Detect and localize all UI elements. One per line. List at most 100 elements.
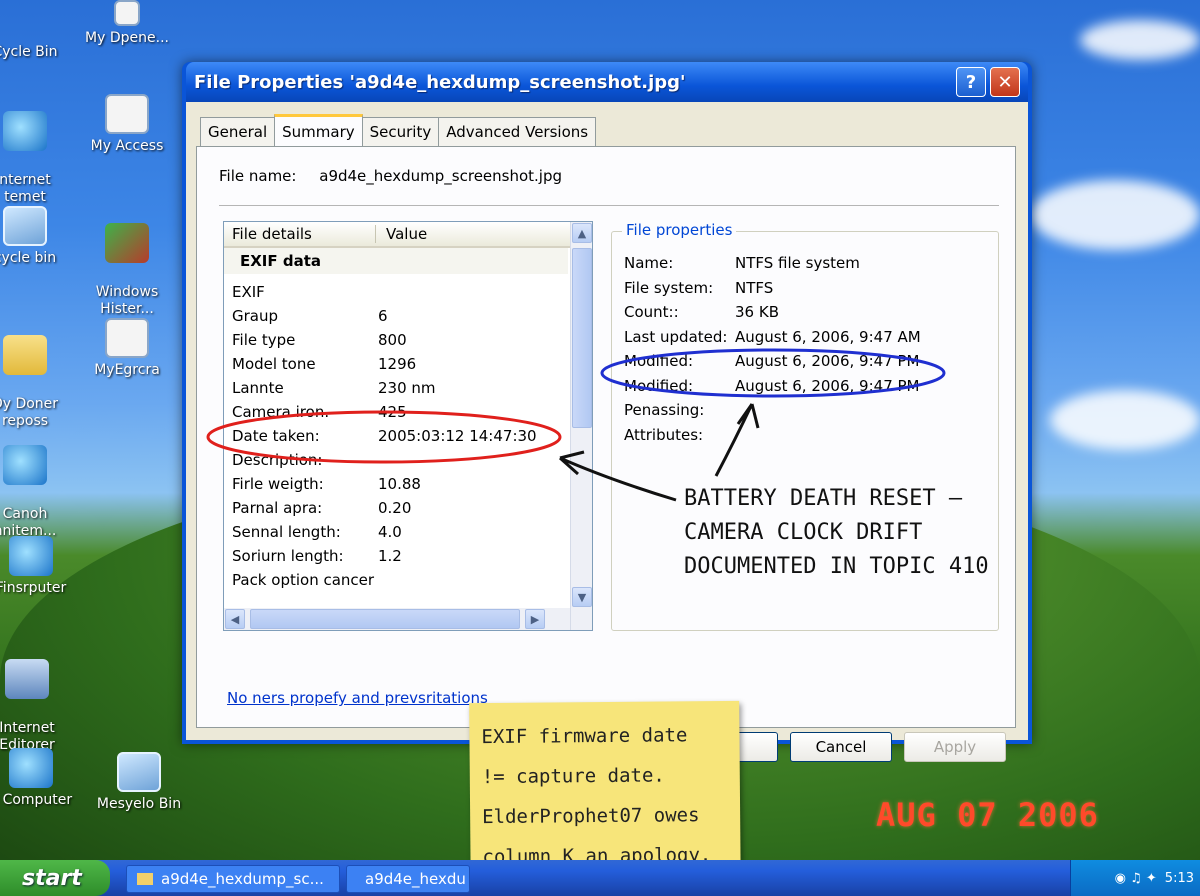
desktop-icon-canon[interactable]: Canoh nnitem... (0, 428, 80, 540)
detail-row[interactable]: Soriurn length: 1.2 (224, 544, 592, 568)
desktop-icon-internet[interactable]: nternet temet (0, 94, 80, 206)
property-value: August 6, 2006, 9:47 AM (735, 327, 921, 346)
tab-security[interactable]: Security (361, 117, 440, 146)
desktop-icon-label: Dy Doner reposs (0, 396, 59, 429)
detail-value: 800 (378, 331, 407, 349)
property-row: Attributes: (624, 426, 735, 444)
scroll-left-icon[interactable]: ◀ (225, 609, 245, 629)
scroll-thumb[interactable] (572, 248, 592, 428)
handwritten-line: DOCUMENTED IN TOPIC 410 (684, 554, 989, 579)
column-header-file-details[interactable]: File details (224, 225, 376, 243)
taskbar: start a9d4e_hexdump_sc... a9d4e_hexdu ◉ … (0, 860, 1200, 896)
cancel-button[interactable]: Cancel (790, 732, 892, 762)
detail-key: Soriurn length: (232, 547, 344, 565)
desktop-icon-my-documents[interactable]: My Dpene... (72, 0, 182, 47)
close-button[interactable]: ✕ (990, 67, 1020, 97)
detail-value: 2005:03:12 14:47:30 (378, 427, 537, 445)
detail-value: 6 (378, 307, 388, 325)
apply-button[interactable]: Apply (904, 732, 1006, 762)
detail-row[interactable]: Graup 6 (224, 304, 592, 328)
detail-row[interactable]: Parnal apra: 0.20 (224, 496, 592, 520)
detail-row[interactable]: Description: (224, 448, 592, 472)
detail-value: 425 (378, 403, 407, 421)
desktop-icon-label: Cycle Bin (0, 44, 58, 60)
detail-key: Sennal length: (232, 523, 341, 541)
desktop-icon-cycle-bin[interactable]: cycle bin (0, 206, 80, 267)
file-properties-legend: File properties (622, 221, 737, 239)
access-icon (105, 94, 149, 134)
calculator-icon (105, 318, 149, 358)
desktop-icon-computer[interactable]: Finsrputer (0, 536, 86, 597)
desktop-icon-windows-history[interactable]: Windows Hister... (72, 206, 182, 318)
detail-row[interactable]: Lannte 230 nm (224, 376, 592, 400)
scroll-up-icon[interactable]: ▲ (572, 223, 592, 243)
desktop-icon-internet-editor[interactable]: Internet Editorer (0, 642, 82, 754)
desktop-icon-label: Mesyelo Bin (96, 796, 182, 812)
folder-icon (3, 335, 47, 375)
desktop-icon-label: My Dpene... (85, 30, 169, 46)
vertical-scrollbar[interactable]: ▲ ▼ (570, 222, 592, 630)
file-details-list[interactable]: File details Value EXIF data EXIF Graup 6 F… (223, 221, 593, 631)
property-value: NTFS (735, 278, 774, 297)
desktop-icon-recycle-bin-2[interactable]: Mesyelo Bin (84, 752, 194, 813)
computer-icon (9, 748, 53, 788)
desktop-icon-label: nternet temet (0, 172, 51, 205)
summary-panel: File name: a9d4e_hexdump_screenshot.jpg … (196, 146, 1016, 728)
property-value: 36 KB (735, 303, 779, 321)
desktop-icon-my-computer[interactable]: y Computer (0, 748, 86, 809)
detail-key: Graup (232, 307, 279, 325)
sticky-line: ElderProphet07 owes (482, 804, 700, 829)
detail-key: EXIF (232, 283, 265, 301)
horizontal-scrollbar[interactable]: ◀ ▶ (224, 608, 570, 630)
property-key: Attributes: (624, 425, 704, 444)
detail-row[interactable]: EXIF (224, 280, 592, 304)
desktop-icon-folder[interactable]: Dy Doner reposs (0, 318, 80, 430)
detail-row[interactable]: File type 800 (224, 328, 592, 352)
application-icon (105, 223, 149, 263)
detail-key: Lannte (232, 379, 284, 397)
recycle-bin-icon (117, 752, 161, 792)
detail-row[interactable]: Model tone 1296 (224, 352, 592, 376)
start-button[interactable]: start (0, 860, 110, 896)
property-key: File system: (624, 278, 714, 297)
taskbar-item-properties[interactable]: a9d4e_hexdu (346, 865, 470, 893)
file-name-value: a9d4e_hexdump_screenshot.jpg (319, 167, 563, 185)
dialog-titlebar[interactable]: File Properties 'a9d4e_hexdump_screensho… (186, 62, 1028, 102)
detail-row[interactable]: Sennal length: 4.0 (224, 520, 592, 544)
desktop-icon-label: Windows Hister... (95, 284, 159, 317)
tray-icons[interactable]: ◉ ♫ ✦ (1115, 871, 1157, 886)
property-key: Count:: (624, 303, 679, 321)
tab-summary[interactable]: Summary (274, 114, 363, 146)
detail-row[interactable]: Firle weigth: 10.88 (224, 472, 592, 496)
internet-explorer-icon (3, 445, 47, 485)
tab-advanced-versions[interactable]: Advanced Versions (438, 117, 597, 146)
detail-key: Model tone (232, 355, 316, 373)
desktop-icon-label: Finsrputer (0, 580, 67, 596)
desktop-icon-recycle-bin[interactable]: Cycle Bin (0, 0, 80, 61)
property-key: Last updated: (624, 327, 728, 346)
detail-value: 1296 (378, 355, 417, 373)
property-value: August 6, 2006, 9:47 PM (735, 352, 920, 370)
tab-general[interactable]: General (200, 117, 276, 146)
detail-row[interactable]: Date taken: 2005:03:12 14:47:30 (224, 424, 592, 448)
scroll-down-icon[interactable]: ▼ (572, 587, 592, 607)
dialog-body: General Summary Security Advanced Versio… (186, 102, 1028, 762)
desktop-icon-calculator[interactable]: MyEgrcra (72, 318, 182, 379)
property-row: Modified: August 6, 2006, 9:47 PM (624, 377, 920, 395)
taskbar-item-folder[interactable]: a9d4e_hexdump_sc... (126, 865, 340, 893)
detail-row[interactable]: Pack option cancer (224, 568, 592, 592)
desktop-icon-my-access[interactable]: My Access (72, 94, 182, 155)
properties-link[interactable]: No ners propefy and prevsritations (227, 689, 488, 707)
detail-row[interactable]: Camera iron. 425 (224, 400, 592, 424)
network-icon (9, 536, 53, 576)
file-name-label: File name: (219, 167, 297, 185)
horizontal-scroll-thumb[interactable] (250, 609, 520, 629)
clock[interactable]: 5:13 (1165, 871, 1194, 886)
help-button[interactable]: ? (956, 67, 986, 97)
detail-value: 10.88 (378, 475, 421, 493)
tab-strip: General Summary Security Advanced Versio… (200, 114, 597, 146)
document-icon (114, 0, 140, 26)
column-header-value[interactable]: Value (376, 225, 427, 243)
scroll-right-icon[interactable]: ▶ (525, 609, 545, 629)
property-row: Modified: August 6, 2006, 9:47 PM (624, 352, 920, 370)
